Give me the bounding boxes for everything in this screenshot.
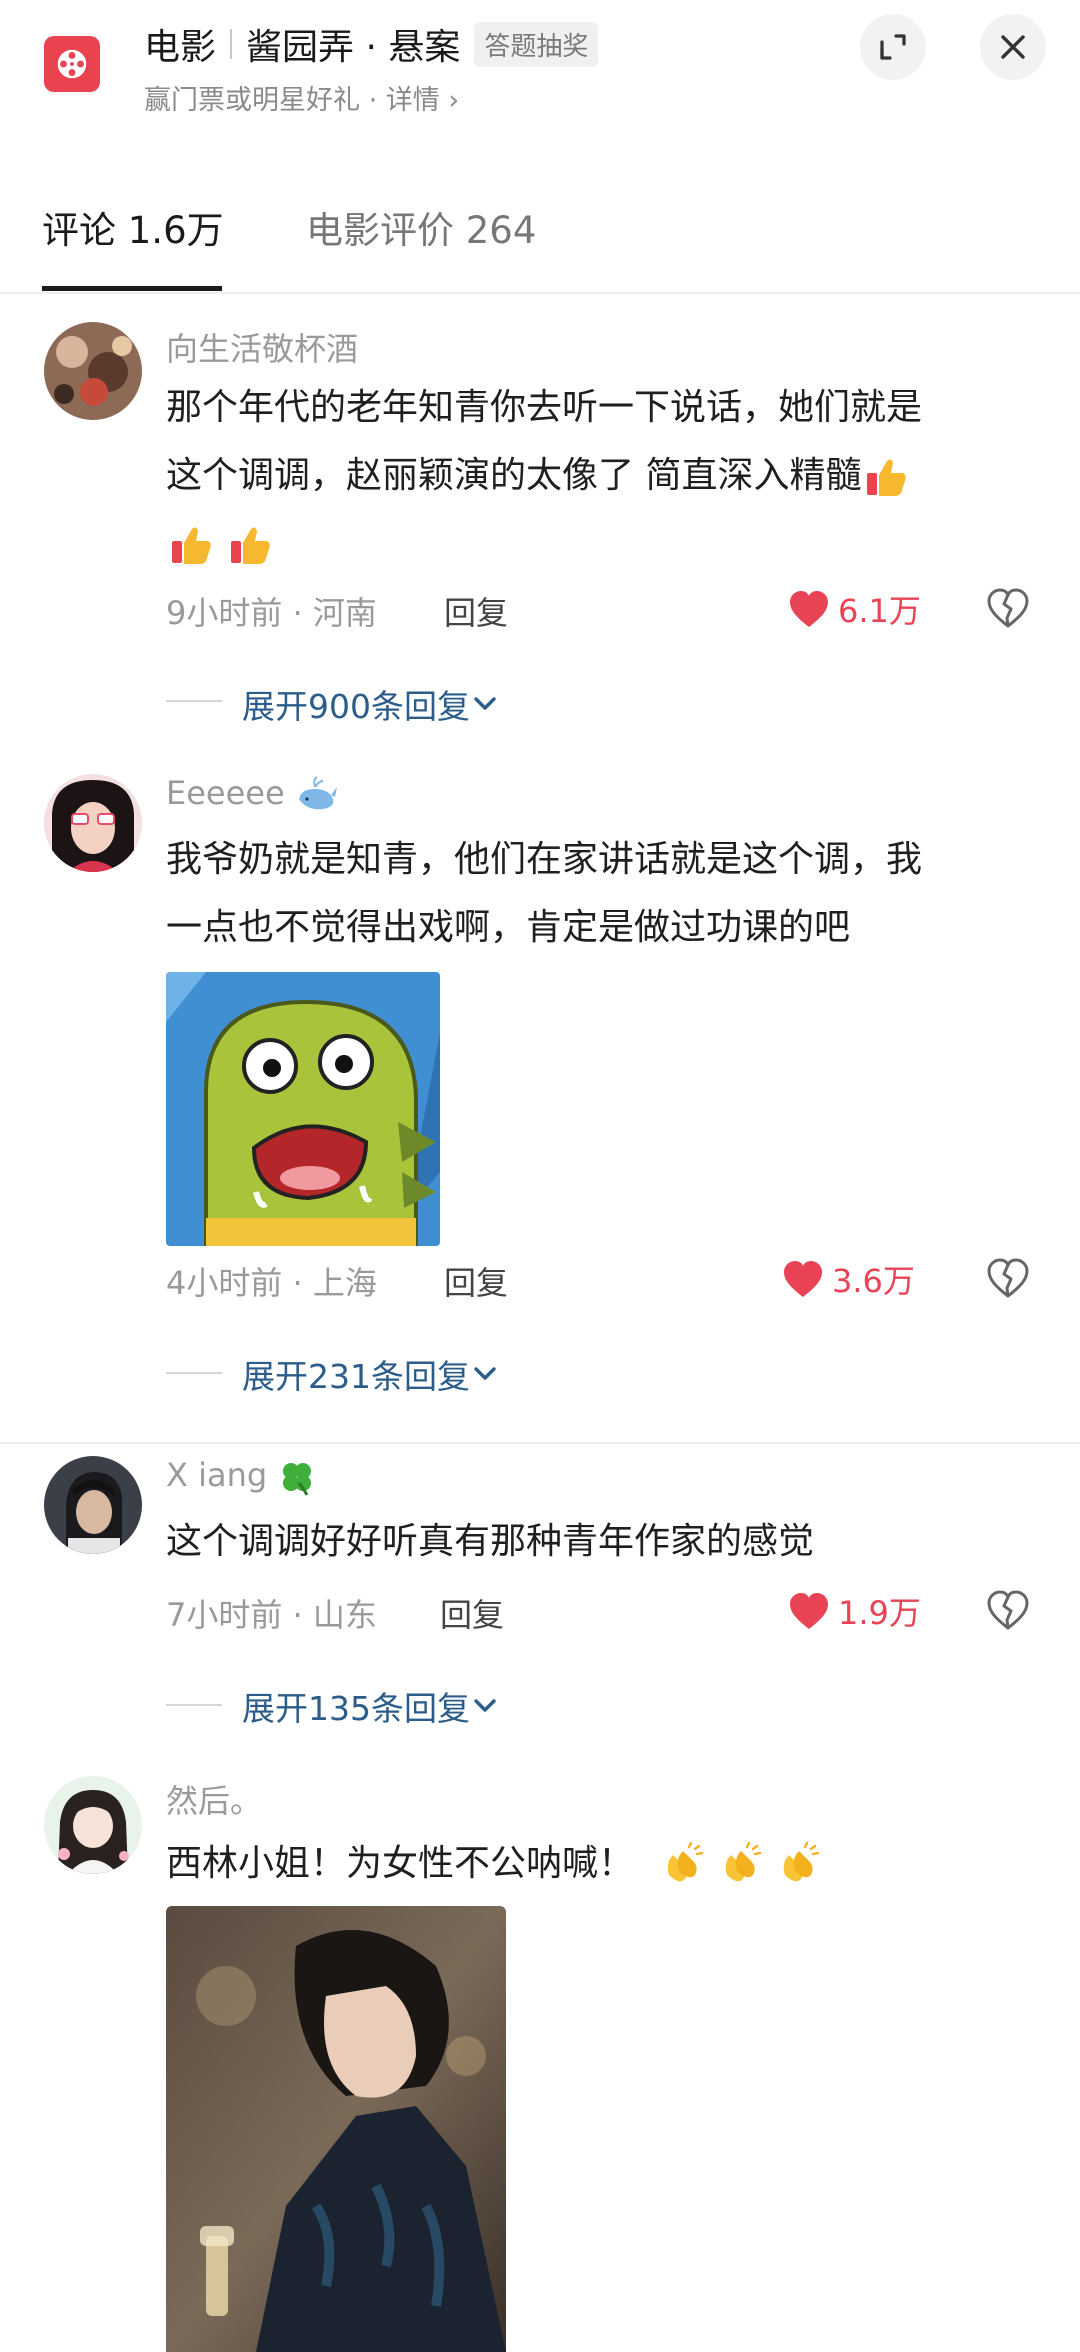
expand-button[interactable] <box>860 14 926 80</box>
clapping-hands-icon <box>784 1841 820 1882</box>
header: 电影 酱园弄 · 悬案 答题抽奖 赢门票或明星好礼 · 详情 › <box>0 0 1080 130</box>
like-count: 6.1万 <box>838 592 921 630</box>
username[interactable]: 然后。 <box>166 1776 262 1822</box>
expand-replies-label: 展开900条回复 <box>242 687 470 726</box>
movie-logo-icon <box>44 36 100 92</box>
thumbs-up-icon <box>231 527 271 564</box>
like-button[interactable]: 6.1万 <box>788 586 921 632</box>
avatar[interactable] <box>44 1776 142 1874</box>
expand-divider <box>166 1704 222 1706</box>
comment-meta: 4小时前 · 上海 <box>166 1264 377 1302</box>
avatar[interactable] <box>44 1456 142 1554</box>
title-divider <box>230 29 233 59</box>
category-label[interactable]: 电影 <box>144 18 216 70</box>
avatar[interactable] <box>44 774 142 872</box>
heart-filled-icon <box>784 1261 822 1297</box>
heart-filled-icon <box>790 591 828 627</box>
username[interactable]: X iang <box>166 1456 317 1497</box>
thumbs-up-icon <box>172 527 211 564</box>
comment-text-line: 那个年代的老年知青你去听一下说话，她们就是 <box>166 387 923 428</box>
expand-icon <box>880 34 906 60</box>
tab-comments[interactable]: 评论 1.6万 <box>42 200 224 254</box>
avatar[interactable] <box>44 322 142 420</box>
comment-text-line: 一点也不觉得出戏啊，肯定是做过功课的吧 <box>166 907 851 948</box>
heart-filled-icon <box>790 1593 828 1629</box>
like-button[interactable]: 1.9万 <box>788 1588 921 1634</box>
active-tab-indicator <box>42 286 222 291</box>
comment-text-line: 这个调调好好听真有那种青年作家的感觉 <box>166 1521 815 1562</box>
reply-button[interactable]: 回复 <box>444 1258 508 1304</box>
close-icon <box>1001 35 1025 59</box>
username[interactable]: 向生活敬杯酒 <box>166 324 358 370</box>
chevron-down-icon <box>474 1699 496 1712</box>
expand-replies-button[interactable]: 展开135条回复 <box>242 1682 500 1730</box>
promo-subtitle-link[interactable]: 赢门票或明星好礼 · 详情 › <box>144 78 459 117</box>
like-button[interactable]: 3.6万 <box>782 1256 915 1302</box>
comment-text: 这个调调好好听真有那种青年作家的感觉 <box>166 1508 1036 1576</box>
reply-button[interactable]: 回复 <box>440 1590 504 1636</box>
broken-heart-icon[interactable] <box>986 1256 1030 1300</box>
like-count: 3.6万 <box>832 1262 915 1300</box>
comment-text-span: 西林小姐！为女性不公呐喊！ <box>166 1843 635 1884</box>
chevron-down-icon <box>474 697 496 710</box>
comment-text-span: 这个调调，赵丽颖演的太像了 简直深入精髓 <box>166 455 862 496</box>
comment-image[interactable] <box>166 1906 506 2352</box>
comment-text-line: 我爷奶就是知青，他们在家讲话就是这个调，我 <box>166 839 923 880</box>
reply-button[interactable]: 回复 <box>444 588 508 634</box>
comment-text-line: 这个调调，赵丽颖演的太像了 简直深入精髓 <box>166 442 1036 510</box>
comment-divider <box>0 1442 1080 1444</box>
expand-replies-label: 展开135条回复 <box>242 1689 470 1728</box>
thumbs-up-icon <box>867 459 907 496</box>
movie-title[interactable]: 酱园弄 · 悬案 <box>246 18 460 70</box>
username-text: X iang <box>166 1456 268 1494</box>
clapping-hands-icon <box>668 1841 704 1882</box>
expand-replies-button[interactable]: 展开900条回复 <box>242 680 500 728</box>
quiz-tag[interactable]: 答题抽奖 <box>474 21 599 67</box>
comment-meta: 7小时前 · 山东 <box>166 1596 377 1634</box>
comment-text-line: 西林小姐！为女性不公呐喊！ <box>166 1830 1036 1898</box>
comment-text: 那个年代的老年知青你去听一下说话，她们就是 这个调调，赵丽颖演的太像了 简直深入… <box>166 374 1036 578</box>
tab-bar: 评论 1.6万 电影评价 264 <box>0 180 1080 294</box>
whale-icon <box>298 776 337 810</box>
comment-text: 我爷奶就是知青，他们在家讲话就是这个调，我 一点也不觉得出戏啊，肯定是做过功课的… <box>166 826 1036 962</box>
chevron-down-icon <box>474 1367 496 1380</box>
like-count: 1.9万 <box>838 1594 921 1632</box>
username-text: Eeeeee <box>166 774 285 812</box>
comment-text: 西林小姐！为女性不公呐喊！ <box>166 1830 1036 1898</box>
emoji-row <box>166 510 1036 578</box>
comment-image[interactable] <box>166 972 440 1246</box>
expand-divider <box>166 700 222 702</box>
broken-heart-icon[interactable] <box>986 1588 1030 1632</box>
comment-meta: 9小时前 · 河南 <box>166 594 377 632</box>
close-button[interactable] <box>980 14 1046 80</box>
expand-divider <box>166 1372 222 1374</box>
clapping-hands-icon <box>726 1841 762 1882</box>
broken-heart-icon[interactable] <box>986 586 1030 630</box>
username[interactable]: Eeeeee <box>166 774 339 815</box>
expand-replies-label: 展开231条回复 <box>242 1357 470 1396</box>
title-row: 电影 酱园弄 · 悬案 答题抽奖 <box>144 18 599 70</box>
four-leaf-clover-icon <box>283 1463 312 1496</box>
expand-replies-button[interactable]: 展开231条回复 <box>242 1350 500 1398</box>
tab-movie-reviews[interactable]: 电影评价 264 <box>306 200 536 254</box>
